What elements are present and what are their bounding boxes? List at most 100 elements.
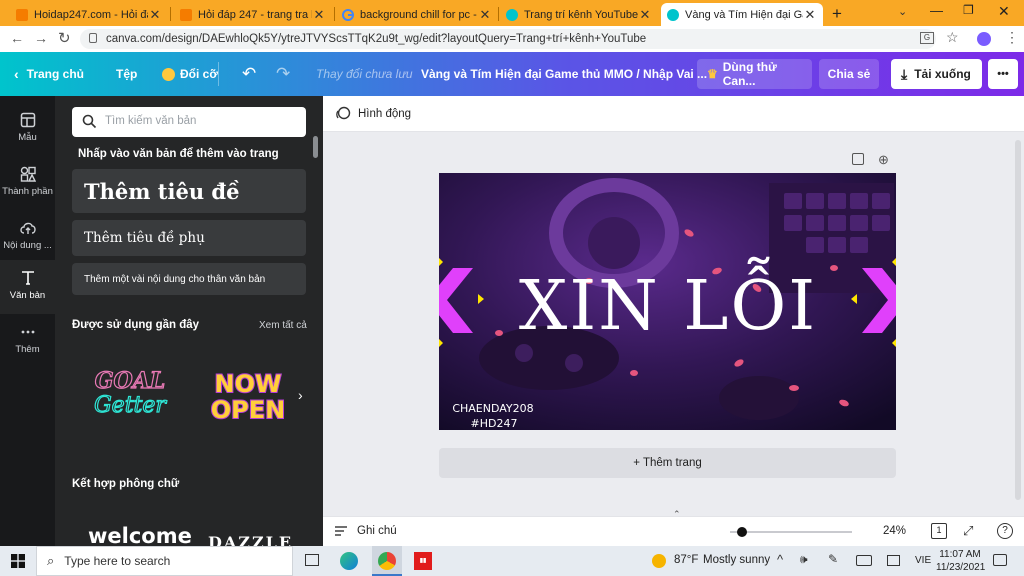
tab-title: Vàng và Tím Hiện đại Game thủ bbox=[685, 8, 803, 21]
close-icon[interactable]: ✕ bbox=[803, 7, 817, 23]
elements-icon bbox=[20, 166, 36, 182]
getter-text: Getter bbox=[94, 393, 167, 418]
search-placeholder: Tìm kiếm văn bản bbox=[105, 115, 197, 127]
crown-icon bbox=[162, 67, 175, 81]
now-open-preview: NOW OPEN bbox=[210, 369, 286, 425]
add-subheading-button[interactable]: Thêm tiêu đề phụ bbox=[72, 220, 306, 256]
back-arrow-icon[interactable]: ← bbox=[10, 30, 24, 46]
window-close-icon[interactable]: ✕ bbox=[998, 3, 1010, 20]
bookmark-star-icon[interactable]: ☆ bbox=[946, 29, 959, 46]
new-tab-button[interactable]: + bbox=[832, 4, 842, 24]
animate-label: Hình động bbox=[358, 108, 412, 120]
font-combo-welcome[interactable]: welcome bbox=[88, 524, 192, 548]
crown-icon: ♛ bbox=[707, 67, 718, 81]
design-credit-name: CHAENDAY208 bbox=[452, 402, 533, 415]
minimize-icon[interactable]: — bbox=[930, 3, 943, 18]
edge-browser-icon[interactable] bbox=[340, 552, 358, 570]
notes-button[interactable]: Ghi chú bbox=[335, 525, 397, 537]
task-view-icon[interactable] bbox=[305, 554, 319, 566]
workspace-scrollbar[interactable] bbox=[1015, 140, 1021, 500]
notification-icon[interactable] bbox=[993, 554, 1007, 566]
animation-icon bbox=[336, 106, 351, 120]
forward-arrow-icon[interactable]: → bbox=[34, 30, 48, 46]
animate-button[interactable]: Hình động bbox=[335, 106, 411, 122]
reload-icon[interactable]: ↻ bbox=[58, 29, 71, 47]
add-page-icon[interactable]: ⊕ bbox=[878, 152, 889, 168]
footer-toolbar: Ghi chú 24% 1 ⤢ ? bbox=[323, 516, 1024, 546]
browser-tab[interactable]: Hỏi đáp 247 - trang tra lời ✕ bbox=[174, 3, 332, 26]
resize-button[interactable]: Đổi cỡ bbox=[162, 62, 218, 86]
rail-item-label: Thành phần bbox=[2, 186, 53, 197]
language-indicator[interactable]: VIE bbox=[915, 555, 931, 566]
translate-icon[interactable]: G bbox=[920, 32, 934, 44]
weather-temp[interactable]: 87°F bbox=[674, 554, 698, 566]
hoidap-favicon-icon bbox=[180, 8, 192, 21]
volume-icon[interactable]: 🕪 bbox=[800, 552, 808, 567]
tray-chevron-icon[interactable]: ^ bbox=[777, 552, 783, 567]
recent-text-style[interactable]: NOW OPEN bbox=[198, 354, 298, 444]
restore-icon[interactable]: ❐ bbox=[963, 3, 974, 17]
extension-icon[interactable] bbox=[977, 32, 991, 46]
add-heading-button[interactable]: Thêm tiêu đề bbox=[72, 169, 306, 213]
pen-icon[interactable]: ✎ bbox=[828, 552, 838, 566]
file-menu-button[interactable]: Tệp bbox=[116, 62, 137, 86]
rail-item-elements[interactable]: Thành phần bbox=[0, 156, 55, 210]
template-icon bbox=[20, 112, 35, 128]
keyboard-icon[interactable] bbox=[856, 555, 872, 566]
zoom-slider-track[interactable] bbox=[730, 531, 852, 533]
taskbar-chrome-app[interactable] bbox=[372, 546, 402, 576]
chevron-right-icon[interactable]: › bbox=[298, 387, 303, 403]
goal-getter-preview: GOAL Getter bbox=[93, 367, 167, 418]
recent-text-style[interactable]: GOAL Getter bbox=[80, 354, 180, 444]
try-pro-button[interactable]: ♛ Dùng thử Can... bbox=[697, 59, 812, 89]
help-icon[interactable]: ? bbox=[997, 523, 1013, 539]
more-options-button[interactable]: ••• bbox=[988, 59, 1018, 89]
text-search-input[interactable]: Tìm kiếm văn bản bbox=[72, 107, 306, 137]
add-body-text-button[interactable]: Thêm một vài nội dung cho thân văn bản bbox=[72, 263, 306, 295]
taskbar-search-box[interactable]: ⌕ Type here to search bbox=[36, 546, 293, 576]
page-count-button[interactable]: 1 bbox=[931, 523, 947, 539]
tab-search-icon[interactable]: ⌄ bbox=[898, 5, 907, 18]
design-canvas[interactable]: XIN LỖI CHAENDAY208 #HD247 bbox=[439, 173, 896, 430]
close-icon[interactable]: ✕ bbox=[638, 7, 652, 23]
save-status: Thay đổi chưa lưu bbox=[316, 67, 413, 81]
document-title[interactable]: Vàng và Tím Hiện đại Game thủ MMO / Nhập… bbox=[421, 62, 707, 86]
see-all-link[interactable]: Xem tất cả bbox=[259, 320, 307, 331]
download-button[interactable]: ⤓ Tải xuống bbox=[891, 59, 982, 89]
fullscreen-icon[interactable]: ⤢ bbox=[963, 523, 973, 539]
undo-icon[interactable]: ↶ bbox=[242, 62, 256, 86]
browser-menu-icon[interactable]: ⋮ bbox=[1005, 29, 1019, 46]
panel-scrollbar[interactable] bbox=[313, 136, 318, 158]
home-button[interactable]: ‹ Trang chủ bbox=[14, 62, 84, 86]
weather-text[interactable]: Mostly sunny bbox=[703, 554, 770, 566]
zoom-slider-handle[interactable] bbox=[737, 527, 748, 537]
panel-hint: Nhấp vào văn bản để thêm vào trang bbox=[78, 148, 279, 160]
close-icon[interactable]: ✕ bbox=[478, 7, 492, 23]
browser-tab[interactable]: background chill for pc - Google ✕ bbox=[336, 3, 498, 26]
rail-item-templates[interactable]: Mẫu bbox=[0, 102, 55, 156]
taskbar-clock[interactable]: 11:07 AM 11/23/2021 bbox=[936, 548, 985, 574]
redo-icon[interactable]: ↷ bbox=[276, 62, 290, 86]
browser-tab[interactable]: Trang trí kênh YouTube ✕ bbox=[500, 3, 658, 26]
close-icon[interactable]: ✕ bbox=[148, 7, 162, 23]
duplicate-page-icon[interactable] bbox=[852, 153, 864, 165]
tab-title: background chill for pc - Google bbox=[360, 8, 478, 21]
browser-tab[interactable]: Hoidap247.com - Hỏi đáp online ✕ bbox=[10, 3, 168, 26]
design-artwork: XIN LỖI CHAENDAY208 #HD247 bbox=[439, 173, 896, 430]
add-page-button[interactable]: + Thêm trang bbox=[439, 448, 896, 478]
zoom-level[interactable]: 24% bbox=[883, 525, 906, 537]
more-dots-icon bbox=[21, 330, 34, 334]
game-app-icon[interactable]: ▮▮ bbox=[414, 552, 432, 570]
rail-item-more[interactable]: Thêm bbox=[0, 314, 55, 368]
browser-tab-active[interactable]: Vàng và Tím Hiện đại Game thủ ✕ bbox=[661, 3, 823, 26]
canva-favicon-icon bbox=[667, 8, 679, 21]
tab-title: Trang trí kênh YouTube bbox=[524, 8, 638, 21]
rail-item-label: Mẫu bbox=[18, 132, 37, 143]
display-icon[interactable] bbox=[887, 555, 900, 566]
share-button[interactable]: Chia sẻ bbox=[819, 59, 879, 89]
windows-start-icon[interactable] bbox=[11, 554, 25, 568]
address-bar[interactable]: canva.com/design/DAEwhloQk5Y/ytreJTVYScs… bbox=[80, 29, 936, 49]
close-icon[interactable]: ✕ bbox=[312, 7, 326, 23]
rail-item-text[interactable]: Văn bản bbox=[0, 260, 55, 314]
rail-item-uploads[interactable]: Nội dung ... bbox=[0, 210, 55, 264]
